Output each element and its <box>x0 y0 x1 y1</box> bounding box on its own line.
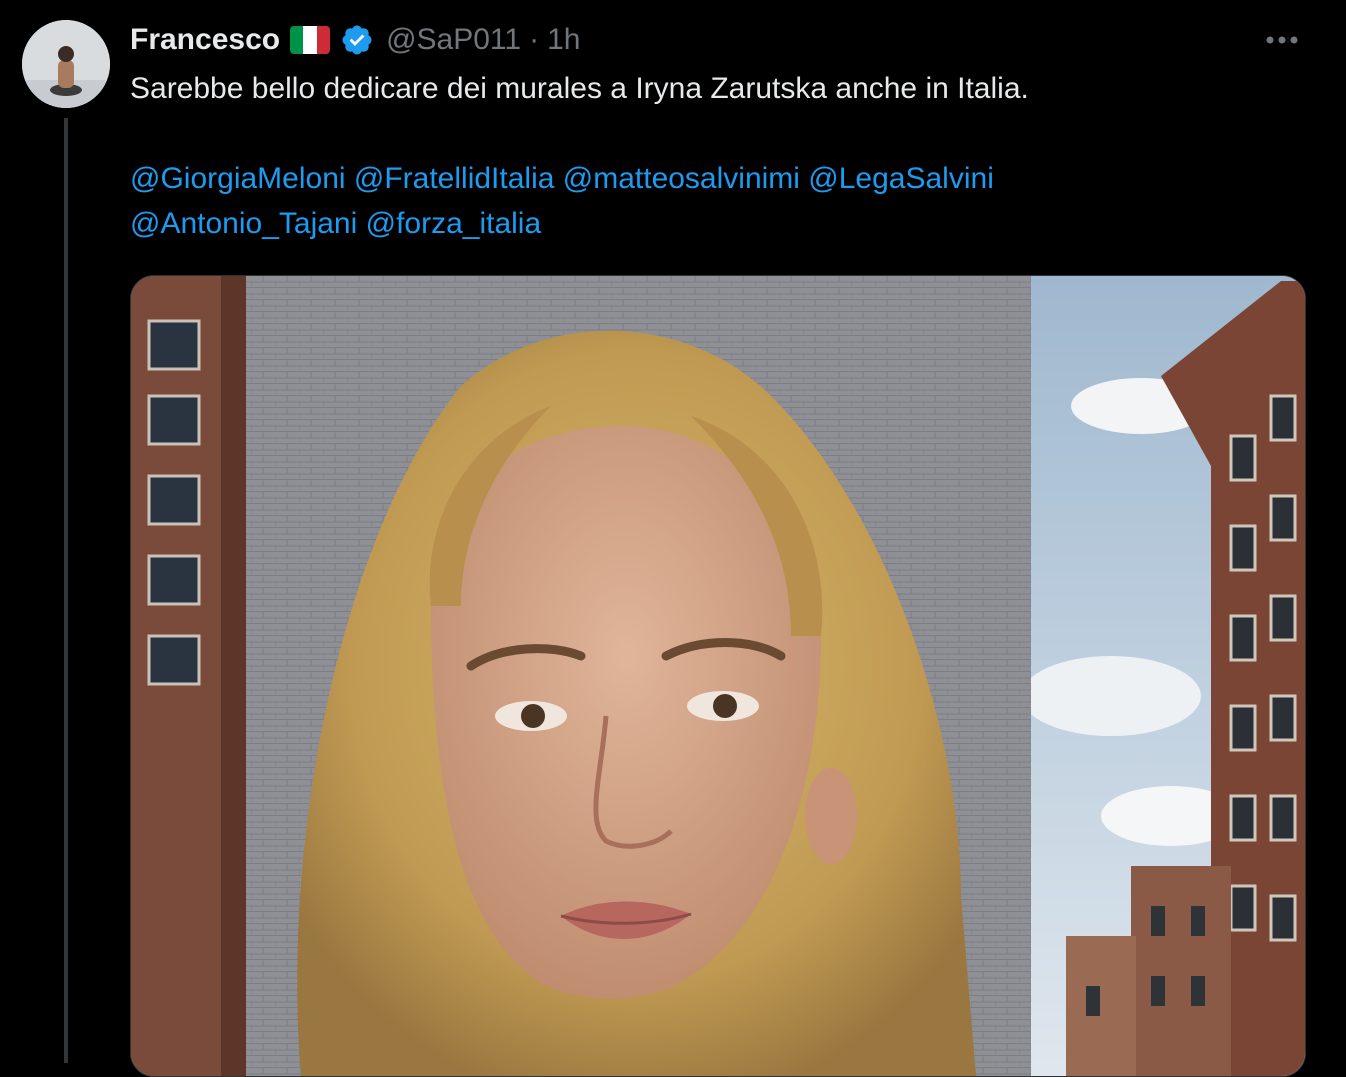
tweet-body: Sarebbe bello dedicare dei murales a Iry… <box>130 72 1029 105</box>
mention-link[interactable]: @GiorgiaMeloni <box>130 162 346 195</box>
mention-link[interactable]: @Antonio_Tajani <box>130 207 357 240</box>
author-display-name[interactable]: Francesco <box>130 23 280 57</box>
thread-connector-line <box>64 118 68 1063</box>
separator-dot: · <box>529 23 540 56</box>
more-options-button[interactable] <box>1262 20 1302 60</box>
avatar-photo <box>22 20 110 108</box>
more-icon <box>1266 36 1298 44</box>
avatar[interactable] <box>22 20 110 108</box>
mention-link[interactable]: @matteosalvinimi <box>563 162 800 195</box>
author-handle[interactable]: @SaP011 <box>386 23 521 57</box>
mural-photo <box>131 276 1305 1076</box>
tweet-media-photo[interactable] <box>130 275 1306 1077</box>
mention-link[interactable]: @forza_italia <box>366 207 542 240</box>
mention-link[interactable]: @LegaSalvini <box>808 162 994 195</box>
tweet-text: Sarebbe bello dedicare dei murales a Iry… <box>130 66 1300 246</box>
tweet-header: Francesco @SaP011 · 1h <box>130 18 580 62</box>
verified-badge-icon[interactable] <box>340 23 374 57</box>
tweet-timestamp[interactable]: 1h <box>547 23 580 57</box>
mention-list: @GiorgiaMeloni @FratellidItalia @matteos… <box>130 156 1300 246</box>
italy-flag-icon <box>290 26 331 54</box>
tweet[interactable]: Francesco @SaP011 · 1h Sarebbe bello ded… <box>0 0 1346 1077</box>
mention-link[interactable]: @FratellidItalia <box>354 162 555 195</box>
